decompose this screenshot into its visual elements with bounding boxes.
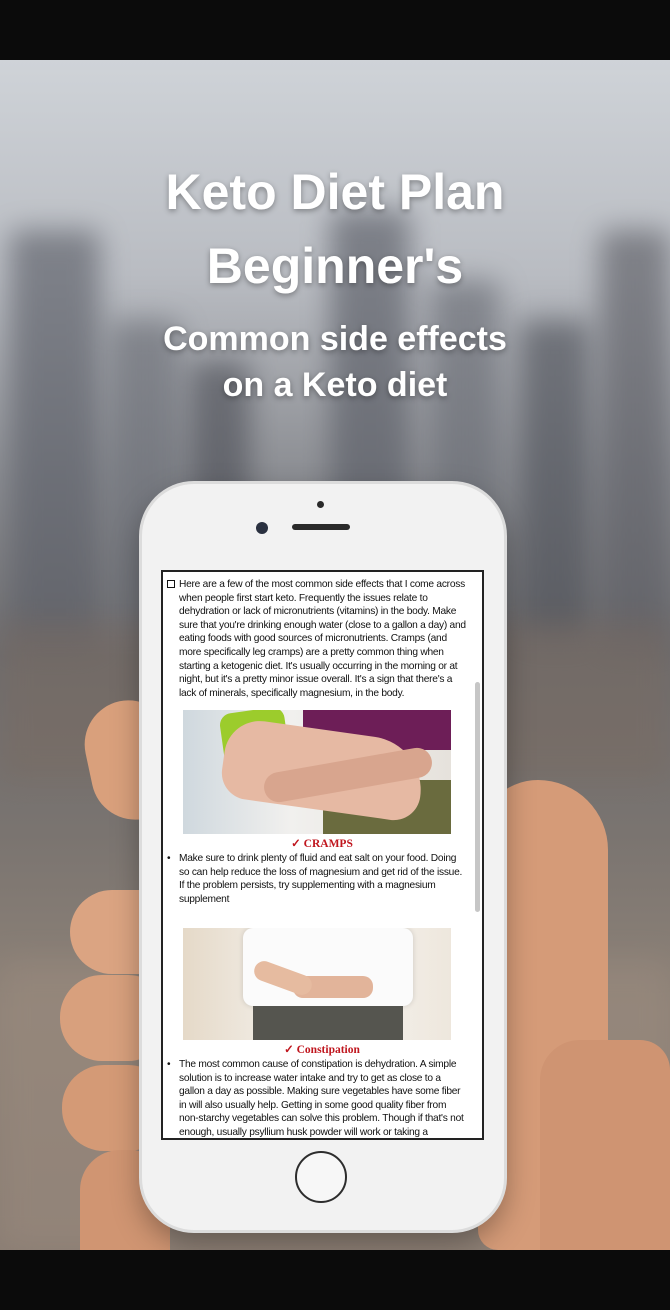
constipation-bullet: • The most common cause of constipation …: [167, 1058, 467, 1138]
page-title-line1: Keto Diet Plan: [165, 164, 505, 220]
constipation-image: [183, 928, 451, 1040]
cramps-bullet-text: Make sure to drink plenty of fluid and e…: [179, 853, 463, 905]
subtitle-line1: Common side effects: [163, 320, 507, 358]
bullet-icon: •: [167, 1059, 171, 1070]
phone-mockup: Here are a few of the most common side e…: [142, 484, 504, 1230]
intro-paragraph: Here are a few of the most common side e…: [167, 578, 467, 700]
cramps-bullet: • Make sure to drink plenty of fluid and…: [167, 852, 467, 906]
front-camera-icon: [256, 522, 268, 534]
top-letterbox: [0, 0, 670, 60]
phone-screen[interactable]: Here are a few of the most common side e…: [161, 570, 484, 1140]
home-button[interactable]: [295, 1151, 347, 1203]
bottom-letterbox: [0, 1250, 670, 1310]
intro-text: Here are a few of the most common side e…: [179, 579, 466, 699]
bullet-icon: •: [167, 853, 171, 864]
cramps-image: [183, 710, 451, 834]
proximity-sensor: [317, 501, 324, 508]
earpiece-speaker: [292, 524, 350, 530]
cramps-caption: ✓ CRAMPS: [291, 838, 353, 850]
constipation-bullet-text: The most common cause of constipation is…: [179, 1059, 464, 1138]
scrollbar[interactable]: [475, 682, 480, 912]
checkbox-icon: [167, 580, 175, 588]
subtitle-line2: on a Keto diet: [222, 366, 448, 404]
constipation-caption: ✓ Constipation: [284, 1044, 360, 1056]
page-title-line2: Beginner's: [206, 238, 464, 294]
